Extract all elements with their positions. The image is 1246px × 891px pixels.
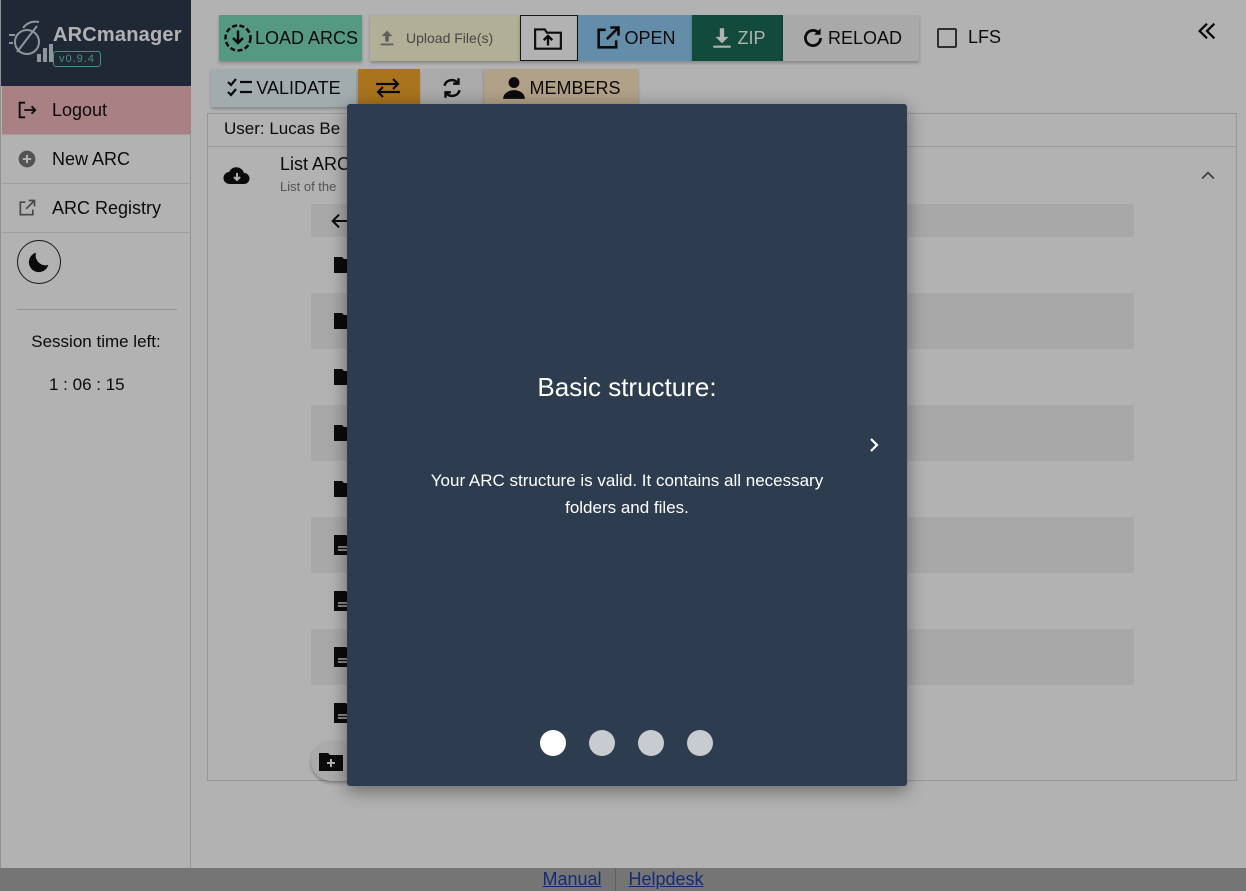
carousel-dot-1[interactable] <box>540 730 566 756</box>
carousel-pagination <box>540 730 713 756</box>
modal-message: Your ARC structure is valid. It contains… <box>430 471 824 517</box>
carousel-dot-2[interactable] <box>589 730 615 756</box>
carousel-dot-4[interactable] <box>687 730 713 756</box>
modal-title: Basic structure: <box>537 372 717 402</box>
validation-modal: Basic structure: Your ARC structure is v… <box>347 104 907 786</box>
chevron-right-icon <box>870 438 879 452</box>
next-slide-button[interactable] <box>863 434 885 456</box>
carousel-dot-3[interactable] <box>638 730 664 756</box>
